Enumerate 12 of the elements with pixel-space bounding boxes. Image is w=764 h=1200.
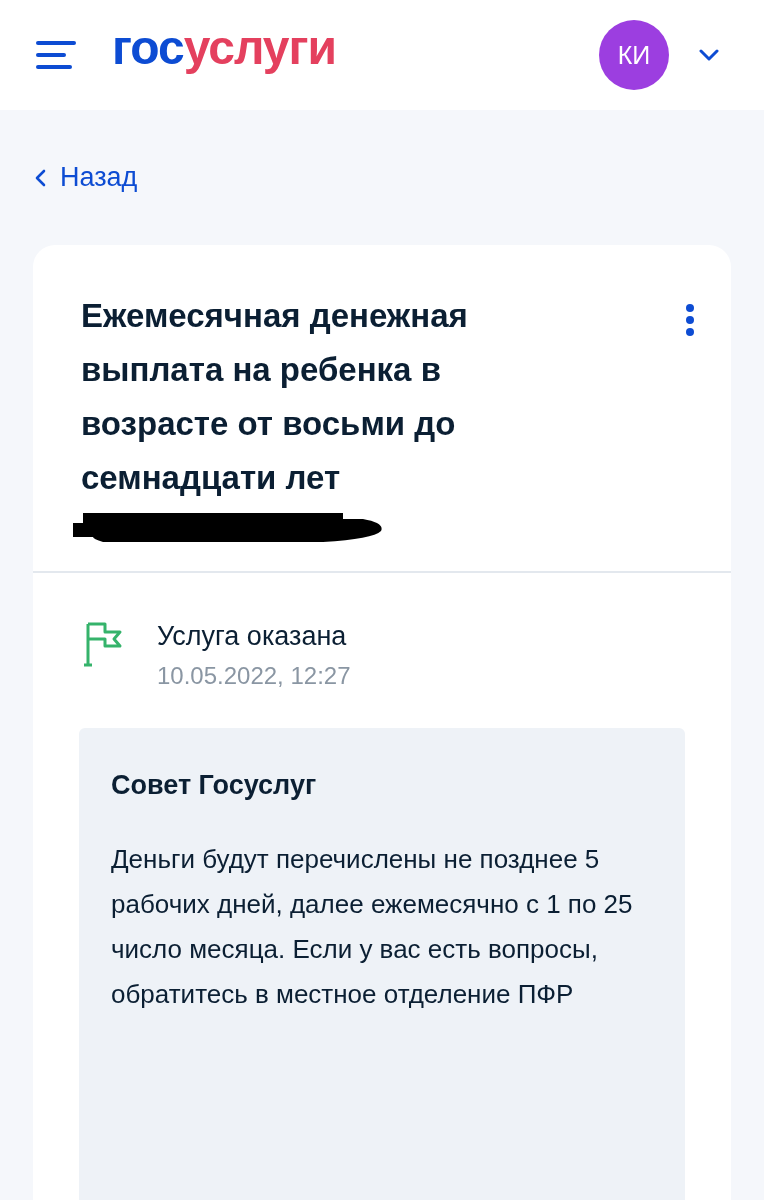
back-link[interactable]: Назад (34, 162, 138, 193)
status-time: 10.05.2022, 12:27 (157, 662, 351, 690)
avatar[interactable]: КИ (599, 20, 669, 90)
chevron-left-icon (34, 168, 46, 187)
more-options-icon[interactable] (685, 303, 695, 337)
menu-icon[interactable] (36, 39, 76, 71)
logo[interactable]: госуслуги (112, 24, 336, 86)
status-label: Услуга оказана (157, 621, 348, 652)
advice-text: Деньги будут перечислены не позднее 5 рабочих дней, далее ежемесячно с 1 по 25 число месяца. Если у вас есть вопросы, обратитесь в местное отделение ПФР (111, 843, 634, 1011)
service-title: Ежемесячная денежная выплата на ребенка в возрасте от восьми до семнадцати лет (81, 296, 469, 498)
chevron-down-icon[interactable] (699, 49, 719, 61)
advice-title: Совет Госуслуг (111, 770, 318, 801)
